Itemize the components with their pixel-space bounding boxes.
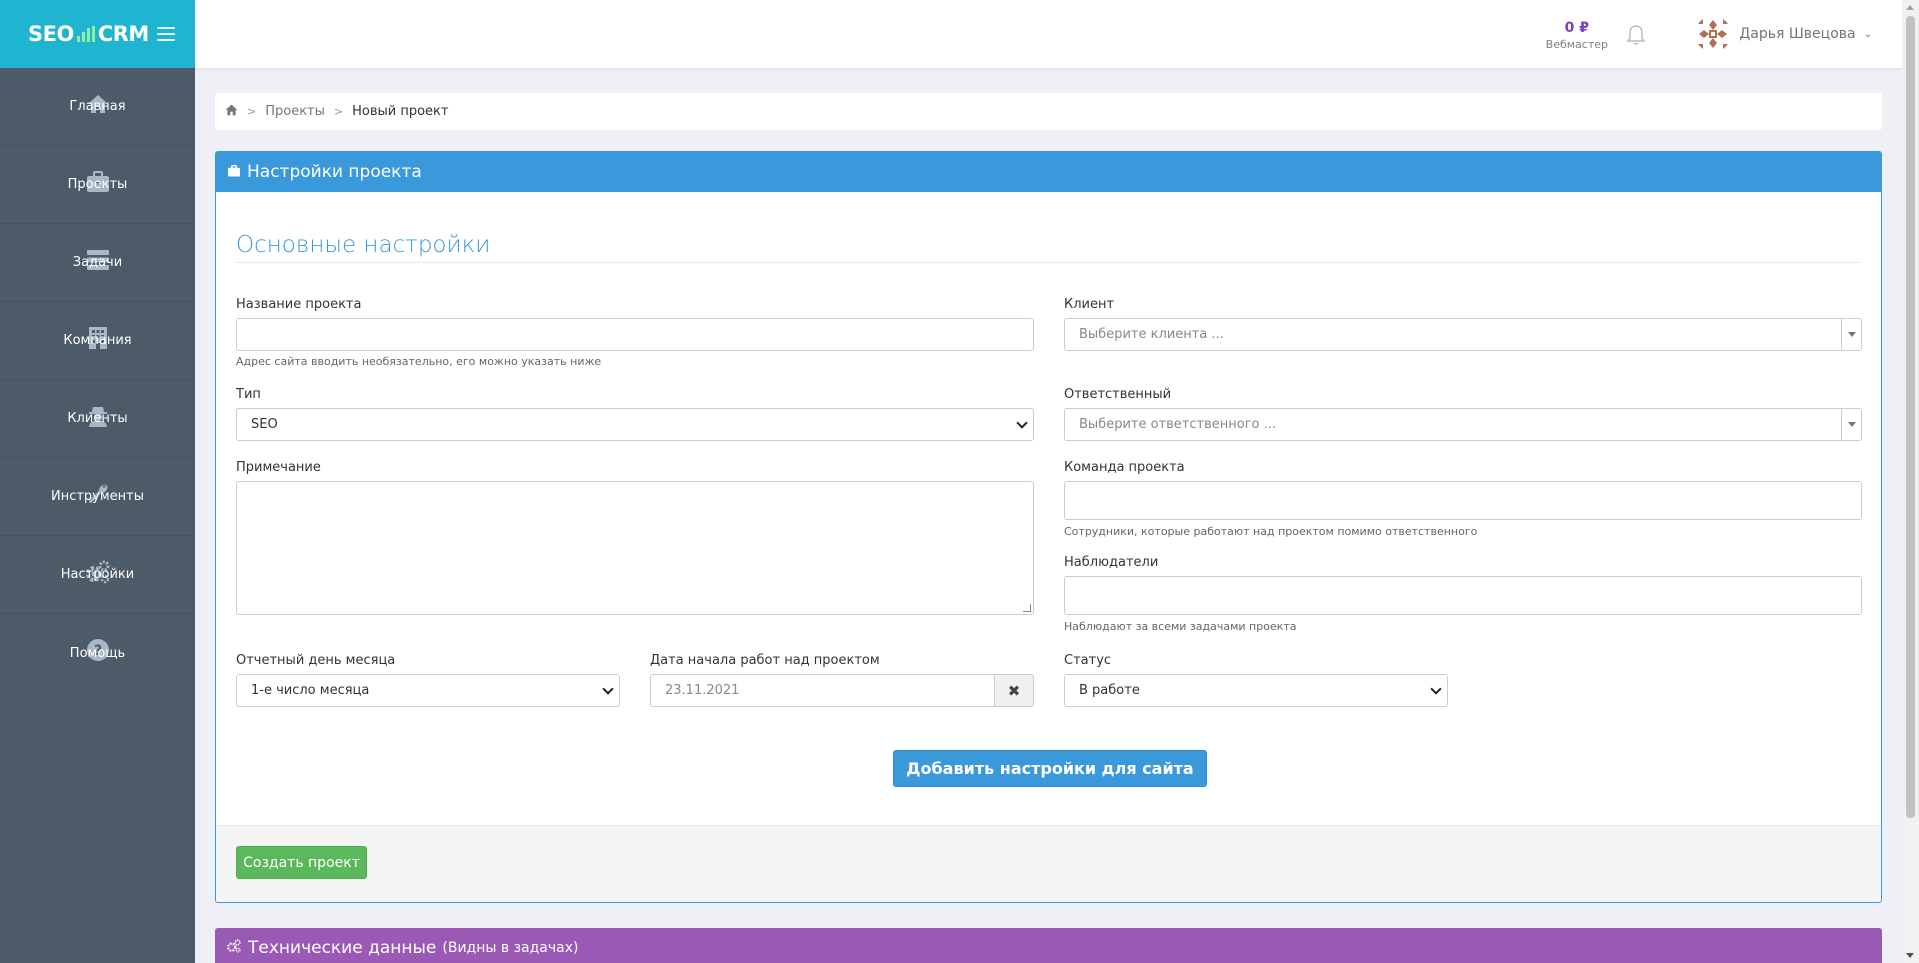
dropdown-arrow-icon[interactable]	[1841, 319, 1861, 350]
sidebar-item-label: Помощь	[69, 645, 126, 661]
sidebar-item-label: Главная	[69, 99, 126, 114]
logo-text-left: SEO	[28, 22, 74, 46]
scrollbar-thumb[interactable]	[1906, 16, 1915, 818]
sidebar-item-label: Компания	[63, 333, 132, 348]
project-name-help: Адрес сайта вводить необязательно, его м…	[236, 355, 602, 368]
resize-grip-icon[interactable]	[1023, 604, 1031, 612]
user-role: Вебмастер	[1545, 38, 1608, 51]
sidebar-item-label: Проекты	[67, 177, 128, 192]
sidebar-item-tools[interactable]: Инструменты	[0, 458, 195, 536]
sidebar-item-label: Настройки	[60, 567, 135, 582]
client-placeholder: Выберите клиента ...	[1079, 327, 1224, 342]
brand-bar: SEO CRM	[0, 0, 195, 68]
type-select-value: SEO	[251, 417, 278, 432]
sidebar-item-clients[interactable]: Клиенты	[0, 380, 195, 458]
breadcrumb-separator-icon: >	[333, 105, 344, 118]
team-help: Сотрудники, которые работают над проекто…	[1064, 525, 1478, 538]
page-scrollbar[interactable]	[1902, 0, 1919, 963]
chevron-down-icon	[1016, 416, 1028, 429]
cogs-icon	[226, 938, 242, 958]
user-name: Дарья Швецова	[1739, 26, 1856, 42]
project-settings-panel: Настройки проекта Основные настройки Наз…	[215, 151, 1882, 903]
section-title: Основные настройки	[236, 232, 491, 258]
status-value: В работе	[1079, 683, 1140, 698]
sidebar-item-tasks[interactable]: Задачи	[0, 224, 195, 302]
balance-widget[interactable]: 0 ₽ Вебмастер	[1546, 20, 1608, 51]
status-select[interactable]: В работе	[1064, 674, 1448, 707]
sidebar-item-company[interactable]: Компания	[0, 302, 195, 380]
panel-header: Настройки проекта	[216, 152, 1881, 192]
chevron-down-icon	[1430, 682, 1442, 695]
sidebar-item-label: Задачи	[72, 255, 123, 270]
project-name-input[interactable]	[236, 318, 1034, 351]
sidebar-item-help[interactable]: ? Помощь	[0, 614, 195, 692]
breadcrumb-link-projects[interactable]: Проекты	[265, 104, 325, 119]
note-textarea[interactable]	[236, 481, 1034, 615]
responsible-label: Ответственный	[1064, 387, 1172, 402]
notifications-bell-icon[interactable]	[1625, 24, 1647, 46]
observers-label: Наблюдатели	[1064, 555, 1159, 570]
observers-help: Наблюдают за всеми задачами проекта	[1064, 620, 1297, 633]
technical-data-title: Технические данные	[248, 938, 437, 958]
breadcrumb-home-icon[interactable]	[225, 104, 238, 120]
sidebar-item-settings[interactable]: Настройки	[0, 536, 195, 614]
panel-footer: Создать проект	[216, 825, 1881, 902]
close-icon: ✖	[1007, 681, 1021, 700]
observers-input[interactable]	[1064, 576, 1862, 615]
client-select[interactable]: Выберите клиента ...	[1064, 318, 1862, 351]
sidebar-item-projects[interactable]: Проекты	[0, 146, 195, 224]
menu-toggle-icon[interactable]	[157, 27, 175, 41]
sidebar-item-label: Инструменты	[50, 489, 145, 504]
add-site-settings-button[interactable]: Добавить настройки для сайта	[893, 750, 1207, 787]
note-label: Примечание	[236, 460, 321, 475]
status-label: Статус	[1064, 653, 1112, 668]
client-label: Клиент	[1064, 297, 1115, 312]
logo[interactable]: SEO CRM	[28, 22, 149, 46]
sidebar-item-label: Клиенты	[67, 411, 128, 426]
breadcrumb: > Проекты > Новый проект	[215, 93, 1882, 130]
user-menu[interactable]: Дарья Швецова ⌄	[1695, 16, 1872, 52]
team-input[interactable]	[1064, 481, 1862, 520]
project-name-label: Название проекта	[236, 297, 362, 312]
scroll-down-icon[interactable]	[1906, 953, 1914, 958]
clear-date-button[interactable]: ✖	[994, 674, 1034, 707]
panel-body: Основные настройки Название проекта Адре…	[216, 192, 1881, 867]
technical-data-panel-header[interactable]: Технические данные (Видны в задачах)	[215, 928, 1882, 963]
start-date-label: Дата начала работ над проектом	[650, 653, 880, 668]
technical-data-subtitle: (Видны в задачах)	[442, 940, 579, 956]
breadcrumb-current: Новый проект	[352, 104, 449, 119]
create-project-button[interactable]: Создать проект	[236, 846, 367, 879]
team-label: Команда проекта	[1064, 460, 1185, 475]
type-label: Тип	[236, 387, 261, 402]
logo-bars-icon	[76, 26, 95, 42]
start-date-input[interactable]: 23.11.2021	[650, 674, 995, 707]
type-select[interactable]: SEO	[236, 408, 1034, 441]
report-day-value: 1-е число месяца	[251, 683, 370, 698]
balance-amount: 0 ₽	[1564, 20, 1589, 36]
scroll-up-icon[interactable]	[1906, 5, 1914, 10]
report-day-select[interactable]: 1-е число месяца	[236, 674, 620, 707]
briefcase-icon	[227, 162, 241, 182]
dropdown-arrow-icon[interactable]	[1841, 409, 1861, 440]
breadcrumb-separator-icon: >	[247, 105, 257, 118]
responsible-placeholder: Выберите ответственного ...	[1079, 417, 1277, 432]
sidebar-item-home[interactable]: Главная	[0, 68, 195, 146]
logo-text-right: CRM	[97, 22, 149, 46]
report-day-label: Отчетный день месяца	[236, 653, 396, 668]
responsible-select[interactable]: Выберите ответственного ...	[1064, 408, 1862, 441]
avatar	[1695, 16, 1732, 52]
panel-title: Настройки проекта	[247, 162, 422, 182]
sidebar: SEO CRM Главная Проекты Задачи Компания …	[0, 0, 195, 963]
section-divider	[236, 262, 1861, 263]
topbar: 0 ₽ Вебмастер Дарья Швецова ⌄	[195, 0, 1902, 68]
chevron-down-icon: ⌄	[1863, 28, 1872, 40]
chevron-down-icon	[602, 682, 614, 695]
